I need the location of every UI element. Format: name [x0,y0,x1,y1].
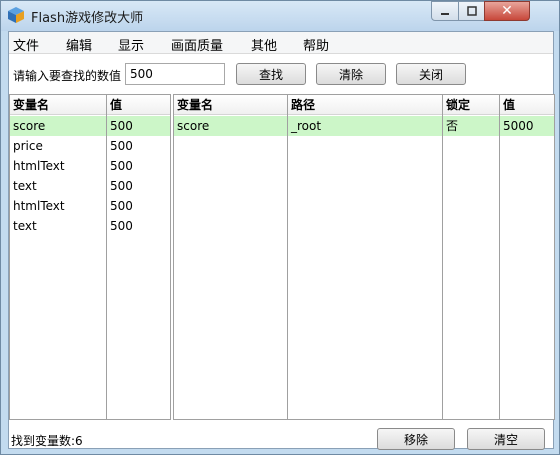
watch-list[interactable]: 变量名 路径 锁定 值 score _root 否 5000 [173,94,555,420]
title-bar[interactable]: Flash游戏修改大师 ✕ [1,1,559,31]
menu-bar: 文件 编辑 显示 画面质量 其他 帮助 [9,32,553,54]
menu-help[interactable]: 帮助 [303,35,329,54]
close-icon: ✕ [501,3,513,19]
column-header-value[interactable]: 值 [500,95,554,115]
menu-view[interactable]: 显示 [118,35,144,54]
column-header-lock[interactable]: 锁定 [443,95,499,115]
window-title: Flash游戏修改大师 [31,11,144,26]
minimize-button[interactable] [431,1,459,21]
close-button[interactable]: 关闭 [396,63,466,85]
column-header-path[interactable]: 路径 [288,95,442,115]
maximize-button[interactable] [458,1,485,21]
list-cell-value[interactable]: 500 [107,176,170,196]
menu-quality[interactable]: 画面质量 [171,35,223,54]
watch-cell-lock[interactable]: 否 [443,116,499,136]
column-header-value[interactable]: 值 [107,95,170,115]
clear-button[interactable]: 清除 [316,63,386,85]
app-window: Flash游戏修改大师 ✕ 文件 编辑 显示 画面质量 其他 帮助 请输入要查找… [0,0,560,455]
close-window-button[interactable]: ✕ [484,1,530,21]
watch-cell-value[interactable]: 5000 [500,116,554,136]
list-cell-value[interactable]: 500 [107,216,170,236]
menu-other[interactable]: 其他 [251,35,277,54]
watch-cell-path[interactable]: _root [288,116,442,136]
found-count-status: 找到变量数:6 [11,434,83,448]
remove-button[interactable]: 移除 [377,428,455,450]
minimize-icon [441,13,449,15]
list-cell-name[interactable]: htmlText [10,156,106,176]
list-cell-value[interactable]: 500 [107,116,170,136]
menu-file[interactable]: 文件 [13,35,39,54]
list-cell-name[interactable]: text [10,216,106,236]
search-label: 请输入要查找的数值 [13,69,122,83]
column-header-name[interactable]: 变量名 [174,95,287,115]
list-cell-name[interactable]: price [10,136,106,156]
list-cell-name[interactable]: text [10,176,106,196]
column-header-name[interactable]: 变量名 [10,95,106,115]
clear-all-button[interactable]: 清空 [467,428,545,450]
maximize-icon [466,6,477,16]
list-cell-value[interactable]: 500 [107,196,170,216]
find-button[interactable]: 查找 [236,63,306,85]
result-list[interactable]: 变量名 值 score 500 price 500 htmlText 500 t… [9,94,171,420]
column-divider [499,95,500,419]
list-cell-name[interactable]: score [10,116,106,136]
list-cell-value[interactable]: 500 [107,136,170,156]
client-area: 文件 编辑 显示 画面质量 其他 帮助 请输入要查找的数值 500 查找 清除 … [8,31,555,450]
menu-edit[interactable]: 编辑 [66,35,92,54]
column-divider [442,95,443,419]
watch-cell-name[interactable]: score [174,116,287,136]
search-input[interactable]: 500 [125,63,225,85]
column-divider [287,95,288,419]
app-cube-icon [8,7,24,23]
list-cell-name[interactable]: htmlText [10,196,106,216]
list-cell-value[interactable]: 500 [107,156,170,176]
